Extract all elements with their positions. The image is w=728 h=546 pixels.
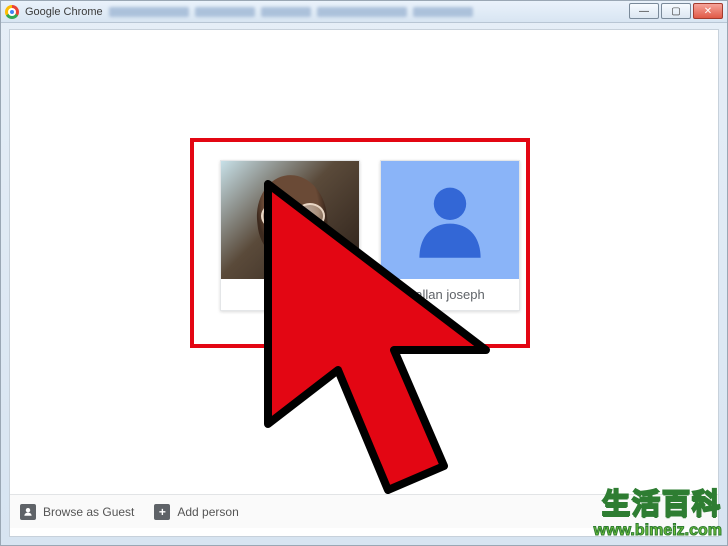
chrome-icon xyxy=(5,5,19,19)
tab-blur xyxy=(195,7,255,17)
plus-icon: + xyxy=(154,504,170,520)
tab-blur xyxy=(413,7,473,17)
tab-blur xyxy=(261,7,311,17)
app-window: Google Chrome — ▢ ✕ allan xyxy=(0,0,728,546)
minimize-button[interactable]: — xyxy=(629,3,659,19)
tab-blur xyxy=(317,7,407,17)
add-person-button[interactable]: + Add person xyxy=(154,504,238,520)
client-area: allan allan joseph Browse as Guest xyxy=(9,29,719,537)
profile-card[interactable]: allan xyxy=(220,160,360,311)
profile-list: allan allan joseph xyxy=(220,160,520,311)
profile-card[interactable]: allan joseph xyxy=(380,160,520,311)
bottom-bar: Browse as Guest + Add person xyxy=(10,494,718,528)
tab-blur xyxy=(109,7,189,17)
close-button[interactable]: ✕ xyxy=(693,3,723,19)
browse-as-guest-button[interactable]: Browse as Guest xyxy=(20,504,134,520)
person-icon xyxy=(405,175,495,265)
window-controls: — ▢ ✕ xyxy=(629,3,723,19)
browse-as-guest-label: Browse as Guest xyxy=(43,505,134,519)
profile-avatar-photo xyxy=(221,161,359,279)
profile-name: allan joseph xyxy=(381,279,519,310)
maximize-button[interactable]: ▢ xyxy=(661,3,691,19)
profile-avatar-generic xyxy=(381,161,519,279)
titlebar: Google Chrome — ▢ ✕ xyxy=(1,1,727,23)
guest-icon xyxy=(20,504,36,520)
profile-name: allan xyxy=(221,279,359,310)
window-title: Google Chrome xyxy=(25,6,103,18)
add-person-label: Add person xyxy=(177,505,238,519)
